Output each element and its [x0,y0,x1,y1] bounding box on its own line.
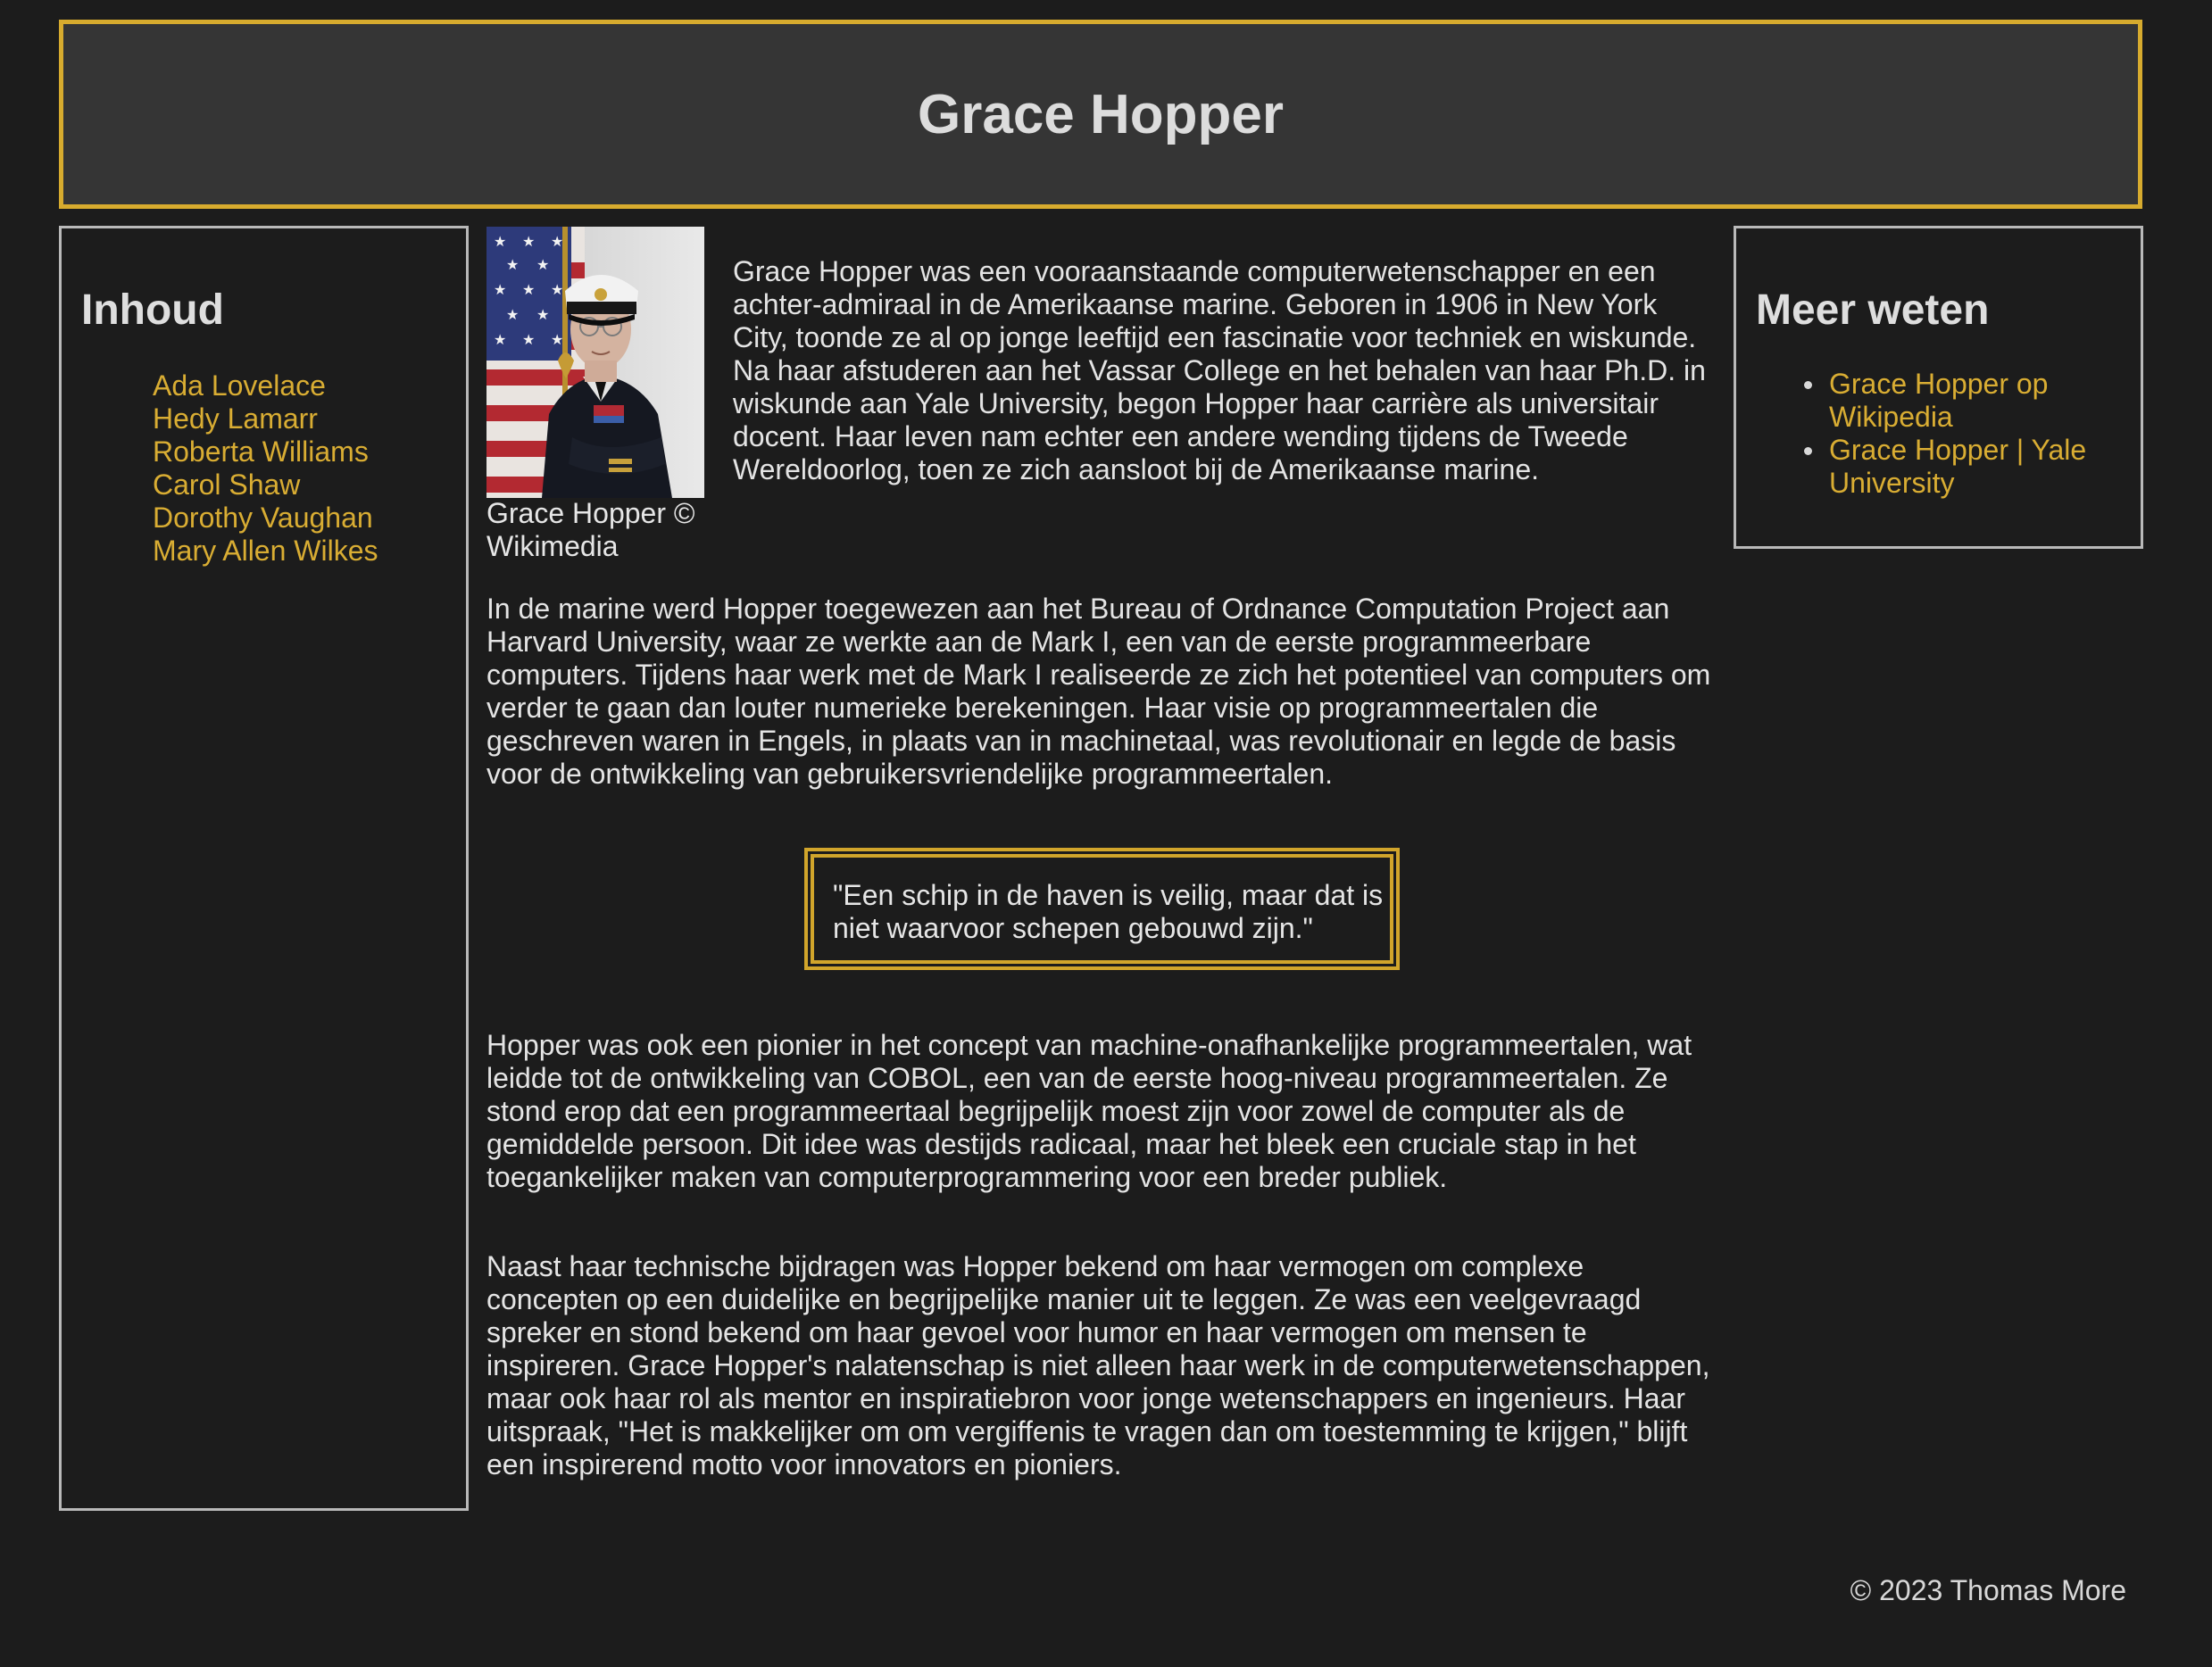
toc-link-hedy-lamarr[interactable]: Hedy Lamarr [153,402,318,435]
svg-text:★: ★ [494,281,506,298]
svg-text:★: ★ [506,256,519,273]
grace-hopper-portrait: ★ ★ ★ ★ ★ ★ ★ ★ ★ ★ ★ ★ ★ [486,227,704,498]
svg-text:★: ★ [551,331,563,348]
learn-more-sidebar: Meer weten Grace Hopper op Wikipedia Gra… [1734,226,2143,549]
navy-paragraph: In de marine werd Hopper toegewezen aan … [486,593,1711,790]
table-of-contents-sidebar: Inhoud Ada Lovelace Hedy Lamarr Roberta … [59,226,469,1511]
learn-more-list: Grace Hopper op Wikipedia Grace Hopper |… [1788,368,2118,500]
toc-item: Mary Allen Wilkes [153,535,378,568]
svg-text:★: ★ [551,281,563,298]
svg-text:★: ★ [536,256,549,273]
toc-item: Carol Shaw [153,469,378,502]
bullet-icon [1804,381,1812,389]
learn-more-item: Grace Hopper op Wikipedia [1788,368,2118,434]
toc-item: Ada Lovelace [153,369,378,402]
toc-item: Dorothy Vaughan [153,502,378,535]
svg-text:★: ★ [506,306,519,323]
yale-link[interactable]: Grace Hopper | Yale University [1829,434,2086,499]
toc-link-mary-allen-wilkes[interactable]: Mary Allen Wilkes [153,535,378,567]
page-title: Grace Hopper [917,83,1285,145]
toc-item: Roberta Williams [153,435,378,469]
cobol-paragraph: Hopper was ook een pionier in het concep… [486,1029,1692,1193]
svg-text:★: ★ [522,331,535,348]
portrait-caption: Grace Hopper © Wikimedia [486,497,695,562]
legacy-paragraph: Naast haar technische bijdragen was Hopp… [486,1250,1710,1480]
toc-link-ada-lovelace[interactable]: Ada Lovelace [153,369,326,402]
svg-text:★: ★ [494,331,506,348]
svg-text:★: ★ [494,233,506,250]
learn-more-item: Grace Hopper | Yale University [1788,434,2118,500]
toc-item: Hedy Lamarr [153,402,378,435]
toc-heading: Inhoud [81,286,224,334]
quote-box: "Een schip in de haven is veilig, maar d… [804,848,1400,970]
toc-link-carol-shaw[interactable]: Carol Shaw [153,469,300,501]
toc-list: Ada Lovelace Hedy Lamarr Roberta William… [153,369,378,568]
bullet-icon [1804,447,1812,455]
learn-more-heading: Meer weten [1756,286,1990,334]
svg-text:★: ★ [551,233,563,250]
svg-text:★: ★ [522,233,535,250]
intro-paragraph: Grace Hopper was een vooraanstaande comp… [733,255,1706,485]
footer-copyright: © 2023 Thomas More [1850,1574,2126,1606]
svg-text:★: ★ [536,306,549,323]
toc-link-dorothy-vaughan[interactable]: Dorothy Vaughan [153,502,373,534]
wikipedia-link[interactable]: Grace Hopper op Wikipedia [1829,368,2048,433]
svg-text:★: ★ [522,281,535,298]
toc-link-roberta-williams[interactable]: Roberta Williams [153,435,369,468]
page-header: Grace Hopper [59,20,2142,209]
